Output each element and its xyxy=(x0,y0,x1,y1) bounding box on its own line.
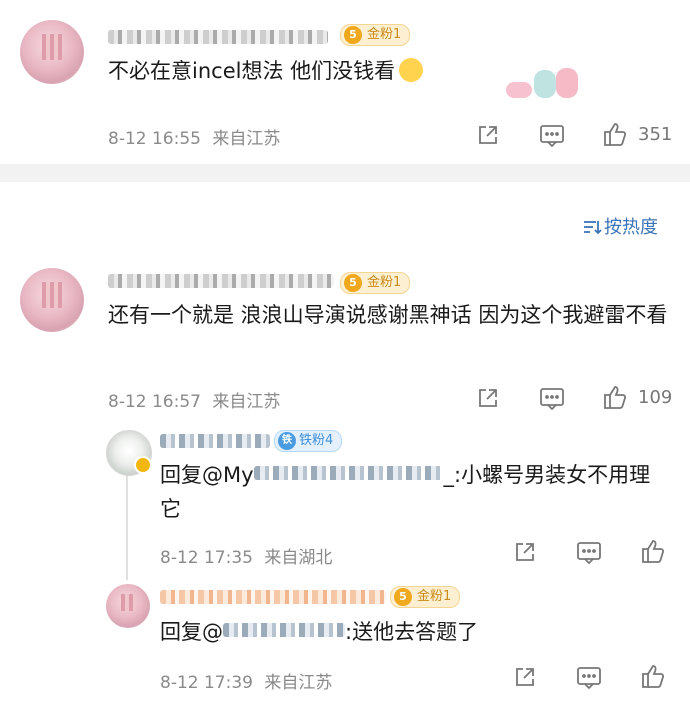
reply-location: 来自江苏 xyxy=(264,673,333,693)
fan-badge[interactable]: 5 金粉1 xyxy=(340,272,411,294)
comment-text: 不必在意incel想法 他们没钱看 xyxy=(108,54,488,88)
reply-meta: 8-12 17:39 来自江苏 xyxy=(160,668,332,693)
sort-toggle[interactable]: 按热度 xyxy=(582,213,658,241)
fan-badge-label: 金粉1 xyxy=(417,589,452,604)
comment-icon[interactable] xyxy=(576,666,602,690)
fan-badge-label: 铁粉4 xyxy=(299,433,334,448)
comment-location: 来自江苏 xyxy=(212,129,281,149)
reply-text: 回复@:送他去答题了 xyxy=(160,620,479,644)
avatar[interactable] xyxy=(20,20,84,84)
like-count: 351 xyxy=(638,124,673,145)
fan-badge[interactable]: 5 金粉1 xyxy=(340,24,411,46)
comment-icon[interactable] xyxy=(539,387,565,411)
fan-level-icon: 5 xyxy=(344,26,362,44)
mention-redacted xyxy=(253,466,444,480)
thread-line xyxy=(126,470,128,580)
fan-badge[interactable]: 5 金粉1 xyxy=(390,586,461,608)
comment-icon[interactable] xyxy=(539,124,565,148)
username[interactable] xyxy=(108,30,328,44)
fan-level-icon: 5 xyxy=(394,588,412,606)
share-icon[interactable] xyxy=(513,665,537,689)
iron-fan-icon: 铁 xyxy=(278,432,296,450)
fan-level-icon: 5 xyxy=(344,274,362,292)
like-icon[interactable] xyxy=(602,121,628,147)
share-icon[interactable] xyxy=(513,540,537,564)
comment-meta: 8-12 16:57 来自江苏 xyxy=(108,387,280,412)
mention-redacted xyxy=(223,623,345,637)
username[interactable] xyxy=(160,434,270,448)
comment-meta: 8-12 16:55 来自江苏 xyxy=(108,124,280,149)
like-icon[interactable] xyxy=(640,663,666,689)
comment-location: 来自江苏 xyxy=(212,392,281,412)
fan-badge-label: 金粉1 xyxy=(367,27,402,42)
comment-time: 8-12 16:57 xyxy=(108,392,201,412)
username[interactable] xyxy=(160,590,386,604)
reply-time: 8-12 17:39 xyxy=(160,673,253,693)
share-icon[interactable] xyxy=(476,386,500,410)
comment-icon[interactable] xyxy=(576,541,602,565)
username[interactable] xyxy=(108,274,334,288)
sort-icon xyxy=(582,218,602,241)
comment-text: 还有一个就是 浪浪山导演说感谢黑神话 因为这个我避雷不看 xyxy=(108,303,668,327)
like-count: 109 xyxy=(638,387,673,408)
reply-location: 来自湖北 xyxy=(264,548,333,568)
sort-label: 按热度 xyxy=(604,217,658,238)
like-icon[interactable] xyxy=(640,538,666,564)
fan-badge-label: 金粉1 xyxy=(367,275,402,290)
verified-icon xyxy=(134,456,152,474)
emoji-icon xyxy=(399,58,424,82)
section-divider xyxy=(0,164,690,182)
comment-time: 8-12 16:55 xyxy=(108,129,201,149)
like-icon[interactable] xyxy=(602,384,628,410)
fan-badge[interactable]: 铁 铁粉4 xyxy=(274,430,343,452)
sticker-decoration xyxy=(500,66,582,104)
reply-text: 回复@My _:小螺号男装女不用理它 xyxy=(160,463,651,521)
reply-time: 8-12 17:35 xyxy=(160,548,253,568)
avatar[interactable] xyxy=(106,584,150,628)
avatar[interactable] xyxy=(20,268,84,332)
share-icon[interactable] xyxy=(476,123,500,147)
reply-meta: 8-12 17:35 来自湖北 xyxy=(160,543,332,568)
